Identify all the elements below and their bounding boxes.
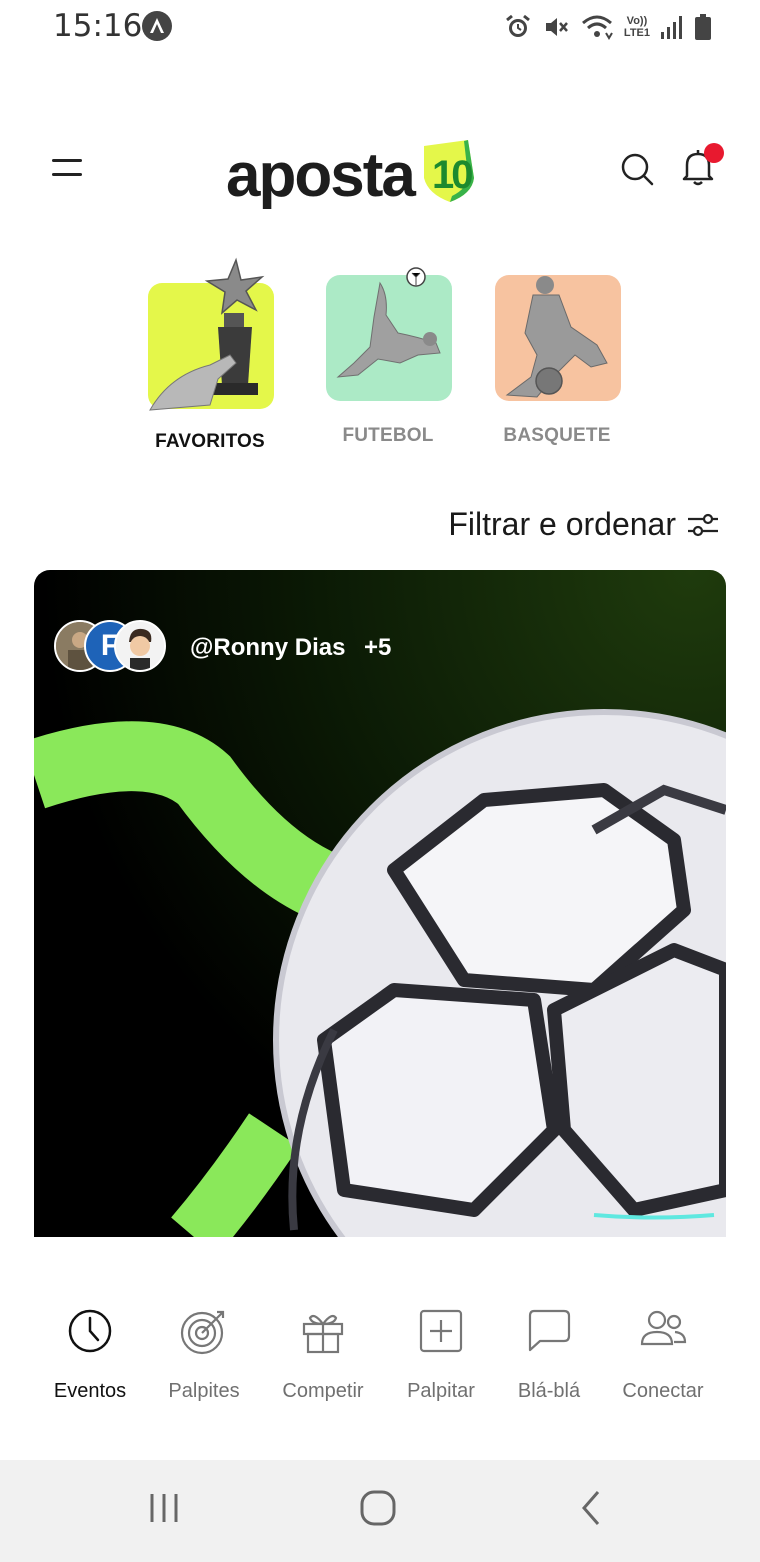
nav-eventos[interactable]: Eventos — [25, 1290, 155, 1410]
basketball-player-icon — [505, 276, 608, 398]
network-label: LTE1 — [623, 27, 650, 39]
nav-label-bla-bla: Blá-blá — [517, 1380, 581, 1402]
category-futebol[interactable]: FUTEBOL — [318, 255, 458, 465]
back-button[interactable] — [572, 1488, 612, 1533]
users-icon — [640, 1310, 687, 1346]
nav-label-competir: Competir — [282, 1380, 364, 1402]
category-basquete[interactable]: BASQUETE — [487, 255, 627, 465]
nav-label-palpites: Palpites — [168, 1380, 240, 1402]
category-favoritos[interactable]: FAVORITOS — [140, 255, 280, 465]
status-icons: Vo)) LTE1 — [504, 10, 712, 44]
nav-conectar[interactable]: Conectar — [598, 1290, 728, 1410]
nav-palpites[interactable]: Palpites — [139, 1290, 269, 1410]
event-card[interactable]: F @Ronny Dias +5 — [34, 570, 726, 1237]
lte-indicator: Vo)) LTE1 — [624, 15, 650, 39]
avatar — [114, 620, 166, 672]
recent-apps-icon — [150, 1494, 178, 1522]
battery-icon — [695, 14, 711, 40]
category-label-futebol: FUTEBOL — [342, 425, 434, 446]
app-notification-icon — [142, 11, 172, 41]
participant-avatars[interactable]: F — [54, 620, 174, 672]
status-time: 15:16 — [53, 8, 143, 44]
nav-label-eventos: Eventos — [53, 1380, 127, 1402]
bottom-navigation: Eventos Palpites Competir Palpitar Blá-b… — [0, 1290, 760, 1420]
category-label-basquete: BASQUETE — [503, 425, 611, 446]
gift-icon — [302, 1314, 344, 1354]
notification-badge — [704, 143, 724, 163]
card-extra-count: +5 — [364, 634, 392, 661]
nav-label-conectar: Conectar — [622, 1380, 704, 1402]
app-logo[interactable]: aposta 10 — [226, 130, 478, 220]
sliders-icon — [688, 513, 718, 536]
nav-competir[interactable]: Competir — [258, 1290, 388, 1410]
status-bar: 15:16 Vo)) LTE1 — [0, 0, 760, 56]
alarm-icon — [505, 14, 530, 37]
menu-icon-line-top — [52, 159, 82, 162]
filter-label: Filtrar e ordenar — [448, 506, 676, 542]
system-navigation-bar — [0, 1460, 760, 1562]
logo-badge-icon: 10 — [423, 140, 475, 202]
wifi-icon — [581, 15, 613, 40]
category-label-favoritos: FAVORITOS — [155, 431, 265, 452]
trophy-hand-icon — [149, 257, 265, 411]
category-selector: FAVORITOS FUTEBOL BASQUETE — [0, 255, 760, 465]
logo-text: aposta — [226, 140, 416, 210]
back-icon — [582, 1491, 600, 1525]
chat-bubble-icon — [528, 1309, 571, 1352]
menu-icon-line-bottom — [52, 173, 82, 176]
plus-square-icon — [419, 1309, 463, 1353]
recent-apps-button[interactable] — [146, 1488, 186, 1533]
search-button[interactable] — [618, 150, 656, 188]
filter-sort-button[interactable]: Filtrar e ordenar — [448, 506, 720, 543]
search-icon — [621, 153, 654, 186]
menu-button[interactable] — [48, 150, 88, 184]
clock-icon — [68, 1309, 112, 1353]
volte-label: Vo)) — [626, 15, 648, 27]
home-icon — [360, 1490, 396, 1526]
svg-text:10: 10 — [432, 153, 472, 197]
home-button[interactable] — [358, 1488, 398, 1533]
mute-icon — [545, 18, 568, 36]
nav-bla-bla[interactable]: Blá-blá — [484, 1290, 614, 1410]
notifications-button[interactable] — [678, 143, 724, 188]
card-username[interactable]: @Ronny Dias — [190, 634, 345, 662]
app-header: aposta 10 — [0, 120, 760, 216]
target-icon — [180, 1310, 225, 1355]
signal-icon — [661, 16, 682, 39]
soccer-player-icon — [336, 267, 441, 378]
